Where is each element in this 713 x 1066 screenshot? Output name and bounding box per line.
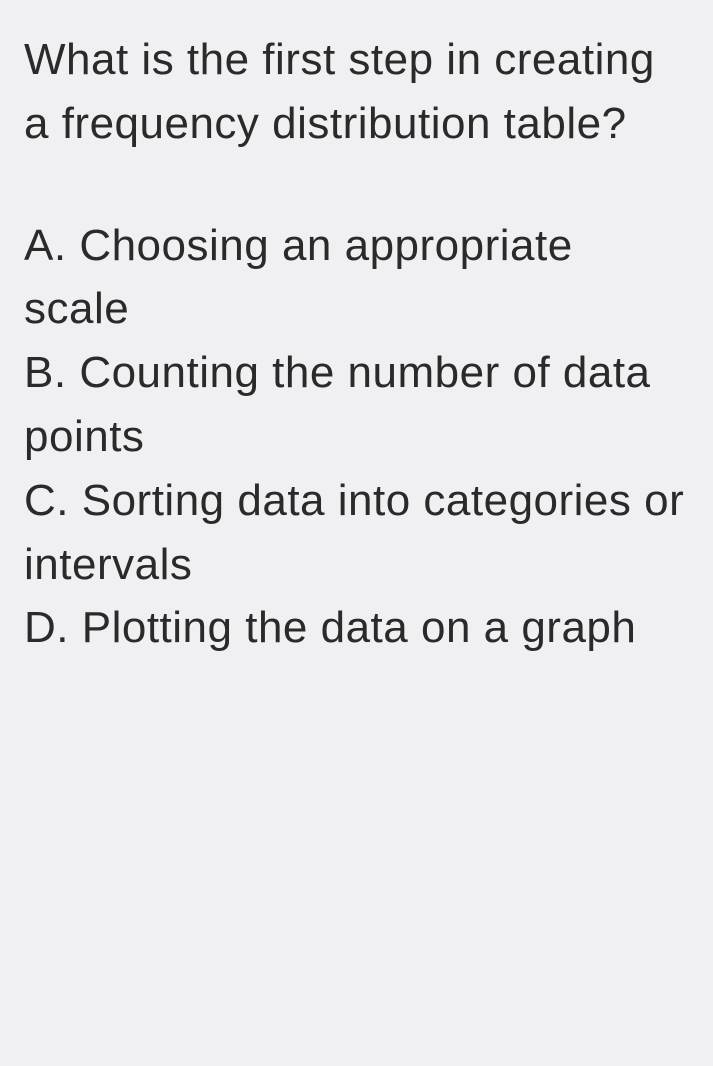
option-text: Choosing an appropriate scale (24, 221, 573, 334)
options-list: A. Choosing an appropriate scale B. Coun… (24, 214, 689, 661)
question-block: What is the first step in creating a fre… (24, 28, 689, 660)
option-a[interactable]: A. Choosing an appropriate scale (24, 214, 689, 342)
option-text: Sorting data into categories or interval… (24, 476, 684, 589)
question-text: What is the first step in creating a fre… (24, 28, 689, 156)
option-label: C. (24, 476, 69, 525)
option-text: Counting the number of data points (24, 348, 651, 461)
option-label: D. (24, 603, 69, 652)
option-c[interactable]: C. Sorting data into categories or inter… (24, 469, 689, 597)
option-label: A. (24, 221, 67, 270)
option-b[interactable]: B. Counting the number of data points (24, 341, 689, 469)
option-label: B. (24, 348, 67, 397)
option-d[interactable]: D. Plotting the data on a graph (24, 596, 689, 660)
option-text: Plotting the data on a graph (82, 603, 637, 652)
